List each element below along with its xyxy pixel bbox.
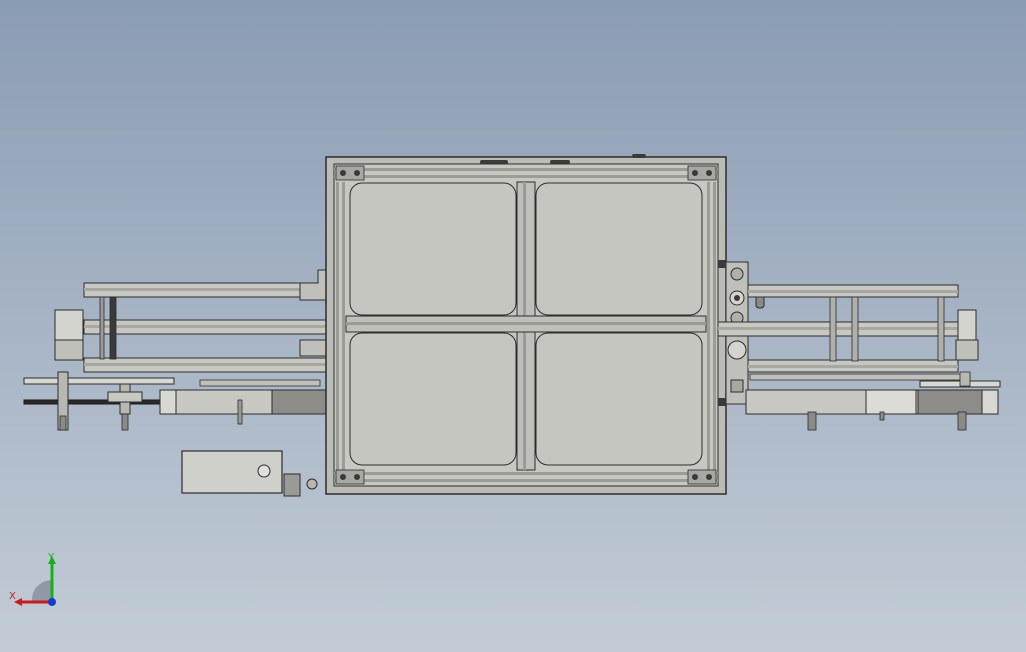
right-housing-cap xyxy=(981,389,999,415)
left-belt xyxy=(23,399,165,405)
y-axis-label: Y xyxy=(47,552,55,563)
panel-bottom-left[interactable] xyxy=(349,332,517,466)
right-connector-bolt-1 xyxy=(718,260,726,268)
left-end-block xyxy=(54,339,84,361)
top-bump-2 xyxy=(550,160,570,164)
x-axis-label: X xyxy=(9,591,16,602)
left-rail-groove-1 xyxy=(336,182,339,470)
corner-bolt-bottom-right xyxy=(687,469,717,485)
right-rail-groove-2 xyxy=(713,182,716,470)
right-shaft-1 xyxy=(807,411,817,431)
left-housing-dark xyxy=(271,389,327,415)
left-mid-rail-groove xyxy=(84,325,328,328)
control-box-connector xyxy=(283,473,301,497)
right-rail-groove-1 xyxy=(707,182,710,470)
control-box[interactable] xyxy=(181,450,318,497)
right-connector-wheel-icon xyxy=(727,340,747,360)
right-end-cylinder xyxy=(957,309,977,341)
panel-top-left[interactable] xyxy=(349,182,517,316)
triad-plane-icon xyxy=(31,579,52,602)
corner-bolt-bottom-left xyxy=(335,469,365,485)
right-rod-3 xyxy=(937,296,945,362)
control-box-knob-icon xyxy=(306,478,318,490)
left-top-rail-groove xyxy=(84,288,328,291)
right-bottom-rail-groove xyxy=(748,365,958,368)
bottom-rail-groove-1 xyxy=(334,472,718,475)
top-rail-groove-2 xyxy=(334,175,718,178)
right-shaft-collar xyxy=(959,371,971,387)
left-bottom-rail-groove xyxy=(84,363,328,366)
left-end-cylinder xyxy=(54,309,84,341)
right-connector-block xyxy=(730,379,744,393)
z-axis-dot-icon xyxy=(48,598,56,606)
left-clamp xyxy=(107,391,143,403)
cad-viewport[interactable]: Y X xyxy=(0,0,1026,652)
bottom-rail-groove-2 xyxy=(334,479,718,482)
cad-model[interactable] xyxy=(0,0,1026,652)
corner-bolt-top-left xyxy=(335,165,365,181)
right-housing-dark xyxy=(917,389,983,415)
left-rail-groove-2 xyxy=(342,182,345,470)
right-connector-bolt-2 xyxy=(718,398,726,406)
left-support-plate xyxy=(199,379,321,387)
right-mid-rail-groove xyxy=(718,327,958,330)
top-bump-1 xyxy=(480,160,508,164)
left-shaft-1-tip xyxy=(59,415,67,431)
top-bump-3 xyxy=(632,154,646,158)
right-support-plate xyxy=(749,373,971,381)
right-end-block xyxy=(955,339,979,361)
left-shaft-2-tip xyxy=(121,413,129,431)
corner-bolt-top-right xyxy=(687,165,717,181)
right-housing-cylinder xyxy=(865,389,917,415)
right-connector-bearing-core xyxy=(734,295,740,301)
control-box-port-icon xyxy=(257,464,271,478)
left-rod-2 xyxy=(109,296,117,360)
left-bracket-top xyxy=(299,269,329,301)
center-horizontal-groove xyxy=(346,322,706,325)
top-rail-groove-1 xyxy=(334,168,718,171)
left-arm-assembly[interactable] xyxy=(23,269,329,431)
left-pulley-disk xyxy=(23,377,175,385)
axis-triad[interactable]: Y X xyxy=(8,552,68,612)
main-frame-assembly[interactable] xyxy=(325,154,765,495)
left-housing-cap xyxy=(159,389,177,415)
right-rod-2 xyxy=(851,296,859,362)
right-shaft-3 xyxy=(957,411,967,431)
panel-bottom-right[interactable] xyxy=(535,332,703,466)
right-rod-1 xyxy=(829,296,837,362)
right-shaft-2 xyxy=(879,411,885,421)
panel-top-right[interactable] xyxy=(535,182,703,316)
left-rod-1 xyxy=(99,296,105,360)
right-top-rail-groove xyxy=(748,290,958,293)
right-connector-gear-icon xyxy=(730,267,744,281)
left-bracket-mid xyxy=(299,339,329,357)
left-housing-pin xyxy=(237,399,243,425)
